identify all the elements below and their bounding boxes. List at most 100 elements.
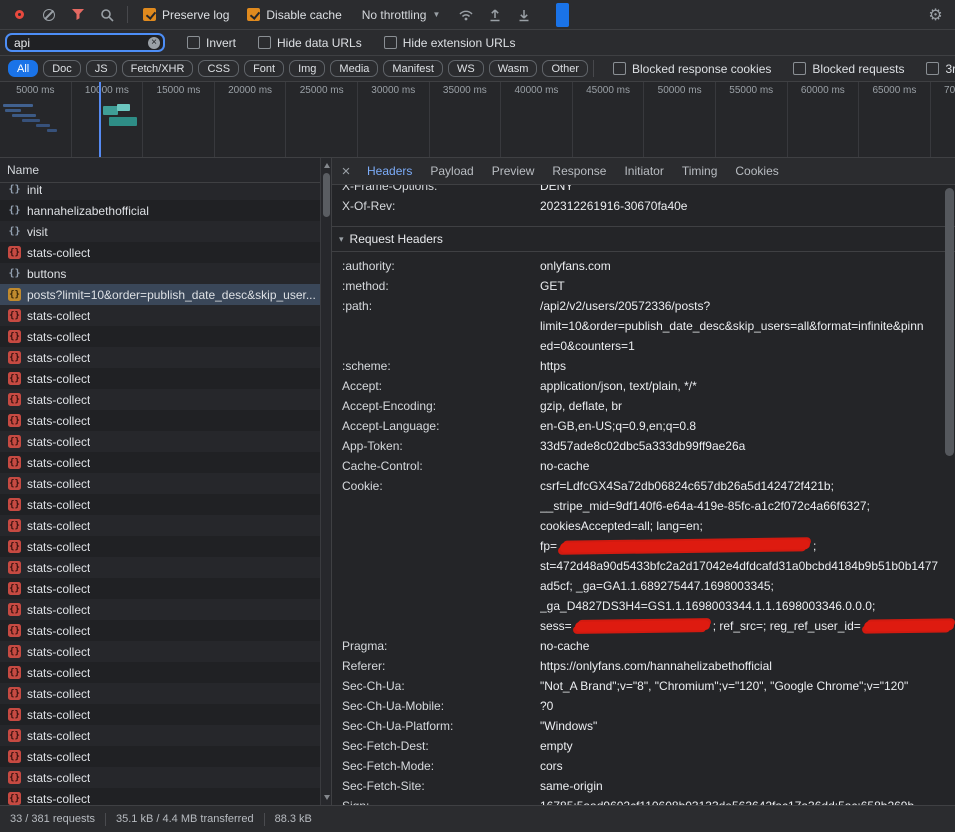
resource-type-chip-manifest[interactable]: Manifest <box>383 60 443 77</box>
header-value: csrf=LdfcGX4Sa72db06824c657db26a5d142472… <box>540 476 955 636</box>
hide-data-urls-checkbox[interactable]: Hide data URLs <box>258 36 362 50</box>
blocked-response-cookies-checkbox[interactable]: Blocked response cookies <box>613 62 771 76</box>
request-row[interactable]: {}stats-collect <box>0 515 331 536</box>
resource-type-chip-all[interactable]: All <box>8 60 38 77</box>
json-request-icon: {} <box>8 330 21 343</box>
request-row[interactable]: {}stats-collect <box>0 704 331 725</box>
request-row[interactable]: {}stats-collect <box>0 305 331 326</box>
request-row[interactable]: {}stats-collect <box>0 746 331 767</box>
request-row[interactable]: {}stats-collect <box>0 662 331 683</box>
request-row[interactable]: {}stats-collect <box>0 389 331 410</box>
header-value: https://onlyfans.com/hannahelizabethoffi… <box>540 656 955 676</box>
clear-button[interactable] <box>35 3 62 27</box>
invert-checkbox[interactable]: Invert <box>187 36 236 50</box>
filter-toggle-button[interactable] <box>64 3 91 27</box>
filter-input[interactable] <box>5 33 165 52</box>
header-value: onlyfans.com <box>540 256 955 276</box>
json-request-icon: {} <box>8 792 21 805</box>
details-tab-preview[interactable]: Preview <box>483 158 544 185</box>
details-tab-timing[interactable]: Timing <box>673 158 727 185</box>
request-row[interactable]: {}stats-collect <box>0 473 331 494</box>
request-row[interactable]: {}stats-collect <box>0 725 331 746</box>
import-har-button[interactable] <box>481 3 508 27</box>
overview-activity-bar <box>3 104 33 107</box>
details-tab-cookies[interactable]: Cookies <box>726 158 787 185</box>
request-row[interactable]: {}stats-collect <box>0 347 331 368</box>
request-row[interactable]: {}hannahelizabethofficial <box>0 200 331 221</box>
resource-type-chip-wasm[interactable]: Wasm <box>489 60 538 77</box>
details-scrollbar[interactable] <box>944 185 955 805</box>
requests-scrollbar[interactable] <box>320 158 331 805</box>
resource-type-chip-img[interactable]: Img <box>289 60 325 77</box>
header-row: Sec-Ch-Ua-Platform:"Windows" <box>332 716 955 736</box>
scrollbar-thumb[interactable] <box>945 188 954 456</box>
record-button[interactable] <box>6 3 33 27</box>
resource-type-chip-js[interactable]: JS <box>86 60 117 77</box>
hide-extension-urls-checkbox[interactable]: Hide extension URLs <box>384 36 516 50</box>
header-value: 16785:5aad9602cf110608b03133de563642fac1… <box>540 796 955 805</box>
request-row[interactable]: {}stats-collect <box>0 242 331 263</box>
request-row[interactable]: {}stats-collect <box>0 599 331 620</box>
request-row[interactable]: {}stats-collect <box>0 578 331 599</box>
preserve-log-checkbox[interactable]: Preserve log <box>143 8 229 22</box>
request-row[interactable]: {}stats-collect <box>0 767 331 788</box>
network-conditions-button[interactable] <box>452 3 479 27</box>
section-header-request-headers[interactable]: ▾Request Headers <box>332 226 955 252</box>
request-row[interactable]: {}stats-collect <box>0 410 331 431</box>
request-row[interactable]: {}stats-collect <box>0 326 331 347</box>
clear-filter-icon[interactable]: × <box>148 37 160 49</box>
scrollbar-thumb[interactable] <box>323 173 330 217</box>
resource-type-chip-css[interactable]: CSS <box>198 60 239 77</box>
request-row[interactable]: {}init <box>0 183 331 200</box>
blocked-requests-checkbox[interactable]: Blocked requests <box>793 62 904 76</box>
third-party-requests-checkbox[interactable]: 3rd-party requests <box>926 62 955 76</box>
request-row[interactable]: {}stats-collect <box>0 683 331 704</box>
request-row[interactable]: {}stats-collect <box>0 788 331 805</box>
details-tab-payload[interactable]: Payload <box>421 158 482 185</box>
header-name: X-Of-Rev: <box>342 196 540 216</box>
resource-type-chip-media[interactable]: Media <box>330 60 378 77</box>
request-row[interactable]: {}stats-collect <box>0 452 331 473</box>
resource-type-chip-other[interactable]: Other <box>542 60 588 77</box>
request-row[interactable]: {}visit <box>0 221 331 242</box>
request-row[interactable]: {}stats-collect <box>0 641 331 662</box>
header-rows: X-Frame-Options:DENYX-Of-Rev:20231226191… <box>332 185 955 805</box>
close-details-button[interactable]: × <box>334 158 358 185</box>
resource-type-chip-doc[interactable]: Doc <box>43 60 81 77</box>
column-header-name[interactable]: Name <box>0 158 331 183</box>
header-row: Sec-Fetch-Mode:cors <box>332 756 955 776</box>
header-row: Sec-Fetch-Site:same-origin <box>332 776 955 796</box>
network-overview-timeline[interactable]: 5000 ms10000 ms15000 ms20000 ms25000 ms3… <box>0 82 955 158</box>
json-request-icon: {} <box>8 624 21 637</box>
resource-type-chip-ws[interactable]: WS <box>448 60 484 77</box>
json-request-icon: {} <box>8 435 21 448</box>
request-row[interactable]: {}stats-collect <box>0 557 331 578</box>
request-row[interactable]: {}stats-collect <box>0 494 331 515</box>
chips-divider <box>593 60 594 77</box>
request-row[interactable]: {}stats-collect <box>0 536 331 557</box>
export-har-button[interactable] <box>510 3 537 27</box>
summary-divider <box>264 813 265 826</box>
settings-button[interactable]: ⚙ <box>922 3 949 27</box>
search-button[interactable] <box>93 3 120 27</box>
request-name: hannahelizabethofficial <box>27 204 149 218</box>
disable-cache-checkbox[interactable]: Disable cache <box>247 8 341 22</box>
overview-activity-bar <box>36 124 50 127</box>
resource-type-chip-font[interactable]: Font <box>244 60 284 77</box>
details-tab-initiator[interactable]: Initiator <box>615 158 672 185</box>
scroll-up-icon[interactable] <box>321 160 332 171</box>
scroll-down-icon[interactable] <box>321 792 332 803</box>
request-row[interactable]: {}buttons <box>0 263 331 284</box>
request-row[interactable]: {}stats-collect <box>0 620 331 641</box>
throttling-select[interactable]: No throttling ▼ <box>362 8 441 22</box>
blocked-response-cookies-label: Blocked response cookies <box>632 62 771 76</box>
request-name: stats-collect <box>27 645 90 659</box>
request-row[interactable]: {}posts?limit=10&order=publish_date_desc… <box>0 284 331 305</box>
request-row[interactable]: {}stats-collect <box>0 368 331 389</box>
details-tab-response[interactable]: Response <box>543 158 615 185</box>
redaction-scribble <box>864 620 954 631</box>
resource-type-chip-fetch-xhr[interactable]: Fetch/XHR <box>122 60 194 77</box>
details-tab-headers[interactable]: Headers <box>358 158 421 185</box>
request-row[interactable]: {}stats-collect <box>0 431 331 452</box>
requests-count: 33 / 381 requests <box>10 813 95 825</box>
